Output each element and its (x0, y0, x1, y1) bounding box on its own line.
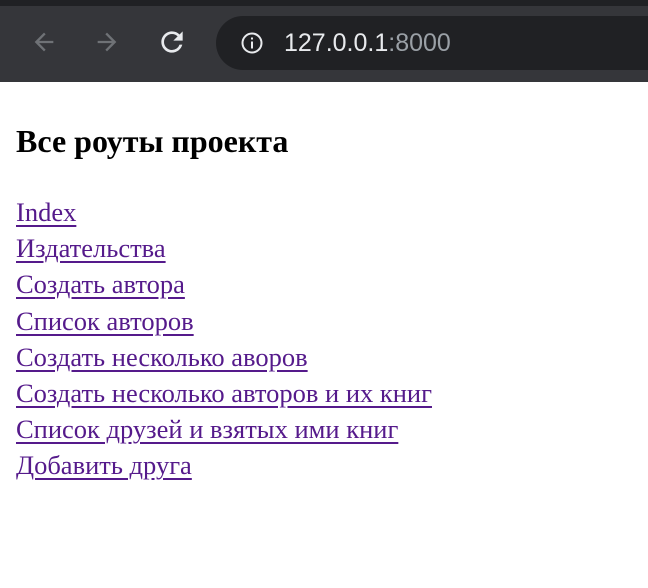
list-item: Создать несколько авторов и их книг (16, 377, 648, 413)
list-item: Создать автора (16, 268, 648, 304)
link-authors-list[interactable]: Список авторов (16, 306, 194, 336)
link-create-author[interactable]: Создать автора (16, 269, 185, 299)
reload-button[interactable] (154, 24, 190, 60)
info-icon[interactable] (240, 31, 264, 55)
link-create-authors-and-books[interactable]: Создать несколько авторов и их книг (16, 378, 432, 408)
routes-list: Index Издательства Создать автора Список… (16, 196, 648, 486)
browser-toolbar: 127.0.0.1:8000 (0, 0, 648, 82)
link-publishers[interactable]: Издательства (16, 233, 166, 263)
list-item: Добавить друга (16, 449, 648, 485)
link-friends-and-books[interactable]: Список друзей и взятых ими книг (16, 414, 398, 444)
list-item: Создать несколько аворов (16, 341, 648, 377)
address-bar[interactable]: 127.0.0.1:8000 (216, 16, 648, 70)
link-index[interactable]: Index (16, 197, 76, 227)
arrow-left-icon (34, 32, 54, 52)
list-item: Список авторов (16, 305, 648, 341)
arrow-right-icon (97, 32, 117, 52)
forward-button[interactable] (89, 24, 125, 60)
page-title: Все роуты проекта (16, 123, 289, 159)
list-item: Index (16, 196, 648, 232)
reload-icon (161, 31, 183, 53)
url-text[interactable]: 127.0.0.1:8000 (284, 29, 451, 57)
url-host: 127.0.0.1 (284, 29, 389, 57)
link-create-several-authors[interactable]: Создать несколько аворов (16, 342, 308, 372)
list-item: Издательства (16, 232, 648, 268)
url-port: :8000 (388, 29, 451, 57)
back-button[interactable] (26, 24, 62, 60)
page-content: Все роуты проекта Index Издательства Соз… (16, 82, 648, 486)
list-item: Список друзей и взятых ими книг (16, 413, 648, 449)
link-add-friend[interactable]: Добавить друга (16, 450, 192, 480)
